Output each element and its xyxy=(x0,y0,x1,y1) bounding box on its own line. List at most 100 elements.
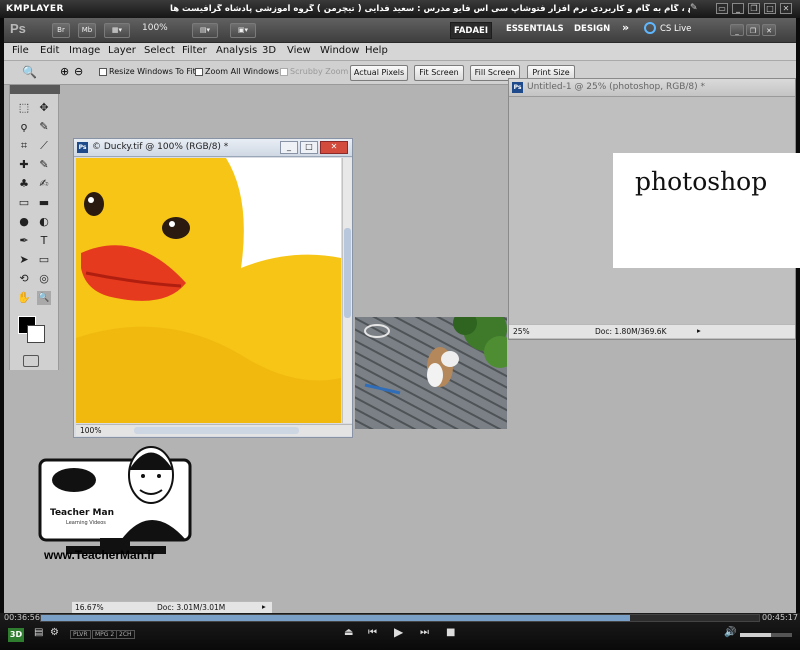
volume-icon[interactable]: 🔊 xyxy=(724,627,736,638)
tools-panel-header[interactable] xyxy=(10,85,60,94)
player-menu-button[interactable]: ▭ xyxy=(716,3,728,14)
status-arrow-icon-2[interactable]: ▸ xyxy=(697,326,701,335)
hand-icon[interactable]: ✋ xyxy=(17,291,31,305)
shape-icon[interactable]: ▭ xyxy=(37,253,51,267)
menu-view[interactable]: View xyxy=(287,45,311,56)
ducky-title-bar[interactable]: Ps © Ducky.tif @ 100% (RGB/8) * _ □ ✕ xyxy=(74,139,352,157)
tools-panel: ⬚ ✥ ϙ ✎ ⌗ ⟋ ✚ ✎ ♣ ✍ ▭ ▬ ● ◐ ✒ T ➤ ▭ ⟲ ◎ ✋ 🔍 xyxy=(9,85,60,370)
player-minimize-button[interactable]: _ xyxy=(732,3,744,14)
brush-icon[interactable]: ✎ xyxy=(37,158,51,172)
untitled-title-bar[interactable]: Ps Untitled-1 @ 25% (photoshop, RGB/8) * xyxy=(509,79,795,97)
arrange-documents-button[interactable]: ▤▾ xyxy=(192,23,218,38)
quick-mask-icon[interactable] xyxy=(23,355,39,367)
pen-icon[interactable]: ✒ xyxy=(17,234,31,248)
clone-icon[interactable]: ♣ xyxy=(17,177,31,191)
menu-select[interactable]: Select xyxy=(144,45,175,56)
zoom-in-icon[interactable]: ⊕ xyxy=(60,65,69,78)
seek-bar[interactable] xyxy=(40,614,760,622)
ducky-scroll-thumb[interactable] xyxy=(344,228,351,318)
scrubby-zoom-label: Scrubby Zoom xyxy=(290,67,349,76)
workspace-design[interactable]: DESIGN xyxy=(574,24,610,34)
ducky-vertical-scrollbar[interactable] xyxy=(342,158,352,423)
bridge-photo-canvas[interactable] xyxy=(355,317,507,429)
view-extras-button[interactable]: ▦▾ xyxy=(104,23,130,38)
eject-icon[interactable]: ⏏ xyxy=(344,627,353,638)
player-close-button[interactable]: ✕ xyxy=(780,3,792,14)
screen-mode-button[interactable]: ▣▾ xyxy=(230,23,256,38)
player-restore-button[interactable]: ❐ xyxy=(748,3,760,14)
menu-window[interactable]: Window xyxy=(320,45,359,56)
actual-pixels-button[interactable]: Actual Pixels xyxy=(350,65,408,81)
audio-channel-badge: 2CH xyxy=(116,630,135,639)
3d-badge[interactable]: 3D xyxy=(8,628,24,642)
menu-filter[interactable]: Filter xyxy=(182,45,207,56)
untitled-zoom-field[interactable]: 25% xyxy=(513,327,530,336)
marquee-icon[interactable]: ⬚ xyxy=(17,101,31,115)
menu-edit[interactable]: Edit xyxy=(40,45,59,56)
back-zoom-field[interactable]: 16.67% xyxy=(75,603,104,612)
crop-icon[interactable]: ⌗ xyxy=(17,139,31,153)
3d-rotate-icon[interactable]: ⟲ xyxy=(17,272,31,286)
volume-slider[interactable] xyxy=(740,633,792,637)
zoom-level-field[interactable]: 100% xyxy=(142,23,168,33)
blur-icon[interactable]: ● xyxy=(17,215,31,229)
background-color-swatch[interactable] xyxy=(27,325,45,343)
resize-windows-label: Resize Windows To Fit xyxy=(109,67,196,76)
menu-file[interactable]: File xyxy=(12,45,29,56)
eraser-icon[interactable]: ▭ xyxy=(17,196,31,210)
cs-live-icon xyxy=(644,22,656,34)
fit-screen-button[interactable]: Fit Screen xyxy=(414,65,464,81)
ducky-document-window[interactable]: Ps © Ducky.tif @ 100% (RGB/8) * _ □ ✕ 10… xyxy=(73,138,353,438)
player-maximize-button[interactable]: □ xyxy=(764,3,776,14)
ps-restore-button[interactable]: ❐ xyxy=(746,24,760,36)
untitled-status-bar: 25% Doc: 1.80M/369.6K ▸ xyxy=(509,324,795,338)
scrubby-zoom-checkbox[interactable] xyxy=(280,68,288,76)
status-arrow-icon[interactable]: ▸ xyxy=(262,602,266,611)
next-icon[interactable]: ⏭ xyxy=(420,627,429,638)
zoom-icon[interactable]: 🔍 xyxy=(37,291,51,305)
menu-3d[interactable]: 3D xyxy=(262,45,276,56)
menu-help[interactable]: Help xyxy=(365,45,388,56)
ducky-minimize-button[interactable]: _ xyxy=(280,141,298,154)
eyedropper-icon[interactable]: ⟋ xyxy=(37,139,51,153)
untitled-canvas[interactable]: photoshop xyxy=(613,153,800,268)
bridge-button[interactable]: Br xyxy=(52,23,70,38)
zoom-out-icon[interactable]: ⊖ xyxy=(74,65,83,78)
ducky-maximize-button[interactable]: □ xyxy=(300,141,318,154)
gradient-icon[interactable]: ▬ xyxy=(37,196,51,210)
menu-analysis[interactable]: Analysis xyxy=(216,45,257,56)
ps-close-button[interactable]: ✕ xyxy=(762,24,776,36)
cs-live-button[interactable]: CS Live xyxy=(660,24,691,34)
zoom-all-checkbox[interactable] xyxy=(195,68,203,76)
move-icon[interactable]: ✥ xyxy=(37,101,51,115)
play-icon[interactable]: ▶ xyxy=(394,625,403,639)
zoom-all-label: Zoom All Windows xyxy=(205,67,279,76)
format-badge: MPG 2 xyxy=(92,630,118,639)
workspace-fadaei[interactable]: FADAEI xyxy=(450,22,492,39)
menu-image[interactable]: Image xyxy=(69,45,100,56)
playlist-icon[interactable]: ▤ xyxy=(34,627,43,638)
resize-windows-checkbox[interactable] xyxy=(99,68,107,76)
untitled-title: Untitled-1 @ 25% (photoshop, RGB/8) * xyxy=(527,82,705,92)
history-brush-icon[interactable]: ✍ xyxy=(37,177,51,191)
quick-select-icon[interactable]: ✎ xyxy=(37,120,51,134)
ducky-canvas[interactable] xyxy=(76,158,341,423)
minibridge-button[interactable]: Mb xyxy=(78,23,96,38)
healing-icon[interactable]: ✚ xyxy=(17,158,31,172)
settings-icon[interactable]: ⚙ xyxy=(50,627,59,638)
zoom-tool-icon[interactable]: 🔍 xyxy=(22,65,37,79)
previous-icon[interactable]: ⏮ xyxy=(368,627,377,638)
stop-icon[interactable]: ■ xyxy=(446,627,455,638)
dodge-icon[interactable]: ◐ xyxy=(37,215,51,229)
lasso-icon[interactable]: ϙ xyxy=(17,120,31,134)
3d-orbit-icon[interactable]: ◎ xyxy=(37,272,51,286)
untitled-document-window[interactable]: Ps Untitled-1 @ 25% (photoshop, RGB/8) *… xyxy=(508,78,800,340)
menu-layer[interactable]: Layer xyxy=(108,45,136,56)
pin-icon[interactable]: ✎ xyxy=(690,3,698,13)
workspace-essentials[interactable]: ESSENTIALS xyxy=(506,24,564,34)
ps-minimize-button[interactable]: _ xyxy=(730,24,744,36)
path-select-icon[interactable]: ➤ xyxy=(17,253,31,267)
more-workspaces-icon[interactable]: » xyxy=(622,21,629,34)
type-icon[interactable]: T xyxy=(37,234,51,248)
ducky-close-button[interactable]: ✕ xyxy=(320,141,348,154)
